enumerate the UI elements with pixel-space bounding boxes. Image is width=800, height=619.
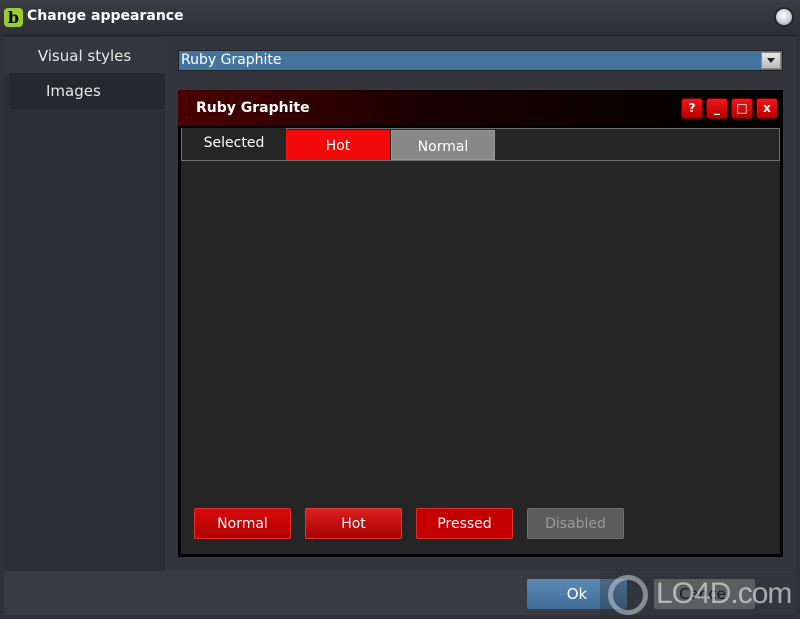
preview-hot-button[interactable]: Hot	[305, 508, 402, 539]
preview-body	[181, 161, 780, 554]
tab-selected[interactable]: Selected	[182, 128, 287, 160]
preview-tab-bar: Selected Hot Normal	[181, 128, 780, 161]
tab-normal[interactable]: Normal	[391, 130, 495, 160]
sidebar: Visual styles Images	[4, 38, 165, 571]
preview-title-bar: Ruby Graphite ? _ □ x	[178, 90, 783, 126]
style-preview-window: Ruby Graphite ? _ □ x Selected Hot Norma…	[178, 90, 783, 557]
preview-normal-button[interactable]: Normal	[194, 508, 291, 539]
visual-style-select[interactable]: Ruby Graphite	[178, 50, 783, 71]
window-title: Change appearance	[27, 8, 184, 24]
tab-hot[interactable]: Hot	[286, 130, 390, 160]
sidebar-item-images[interactable]: Images	[10, 73, 165, 109]
preview-pressed-button[interactable]: Pressed	[416, 508, 513, 539]
close-window-button[interactable]	[776, 9, 792, 25]
preview-title: Ruby Graphite	[196, 100, 310, 116]
app-logo-icon: b	[4, 8, 23, 27]
preview-disabled-button: Disabled	[527, 508, 624, 539]
sidebar-item-visual-styles[interactable]: Visual styles	[4, 38, 165, 74]
close-icon[interactable]: x	[756, 98, 778, 119]
chevron-down-icon[interactable]	[761, 52, 781, 69]
maximize-icon[interactable]: □	[731, 98, 753, 119]
minimize-icon[interactable]: _	[706, 98, 728, 119]
cancel-button[interactable]: Cancel	[654, 579, 755, 609]
help-icon[interactable]: ?	[681, 98, 703, 119]
visual-style-select-value: Ruby Graphite	[181, 52, 282, 68]
title-bar: b Change appearance	[0, 0, 800, 36]
ok-button[interactable]: Ok	[527, 579, 627, 609]
